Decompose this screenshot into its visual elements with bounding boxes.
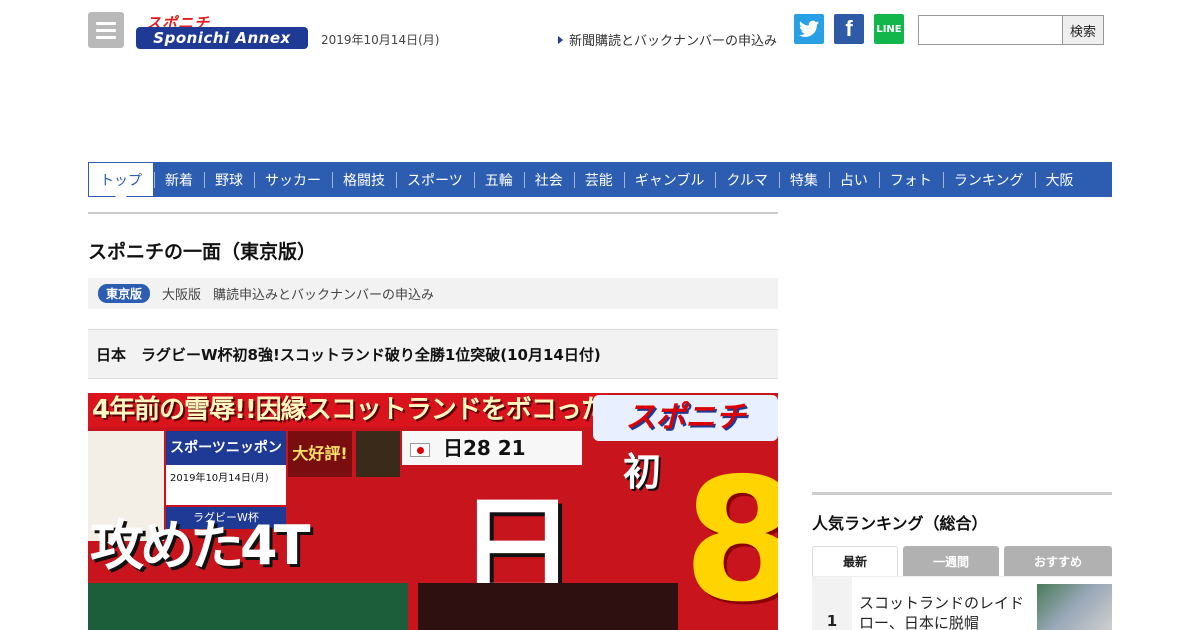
site-logo[interactable]: スポニチ Sponichi Annex bbox=[136, 12, 308, 50]
ranking-item[interactable]: 1 スコットランドのレイドロー、日本に脱帽 bbox=[812, 576, 1112, 630]
nav-item-cars[interactable]: クルマ bbox=[715, 162, 779, 197]
nav-item-ranking[interactable]: ランキング bbox=[942, 162, 1035, 197]
front-page-brand: スポニチ bbox=[593, 395, 778, 441]
subscription-link[interactable]: 購読申込みとバックナンバーの申込み bbox=[213, 284, 434, 303]
tab-latest[interactable]: 最新 bbox=[812, 546, 898, 576]
tab-week[interactable]: 一週間 bbox=[903, 546, 999, 576]
triangle-icon bbox=[558, 35, 563, 44]
front-page-hatsu: 初 bbox=[623, 450, 662, 494]
tab-recommended[interactable]: おすすめ bbox=[1004, 546, 1112, 576]
search-button[interactable]: 検索 bbox=[1062, 15, 1104, 45]
nav-item-baseball[interactable]: 野球 bbox=[204, 162, 254, 197]
edition-osaka-link[interactable]: 大阪版 bbox=[162, 284, 201, 303]
logo-main-text: Sponichi Annex bbox=[136, 27, 308, 49]
front-page-ad-image bbox=[356, 431, 400, 477]
edition-bar: 東京版 大阪版 購読申込みとバックナンバーの申込み bbox=[88, 278, 778, 309]
nav-item-fighting[interactable]: 格闘技 bbox=[332, 162, 396, 197]
divider bbox=[88, 212, 778, 214]
front-page-masthead: スポーツニッポン bbox=[166, 431, 286, 465]
nav-item-top[interactable]: トップ bbox=[88, 162, 154, 202]
front-page-photo-right bbox=[418, 583, 678, 630]
subscribe-link[interactable]: 新聞購読とバックナンバーの申込み bbox=[558, 30, 777, 49]
nav-item-features[interactable]: 特集 bbox=[778, 162, 829, 197]
front-page-eight: 8 bbox=[683, 442, 778, 630]
menu-bar bbox=[96, 21, 116, 25]
front-page-headline: 日本 ラグビーW杯初8強!スコットランド破り全勝1位突破(10月14日付) bbox=[88, 329, 778, 379]
facebook-icon: f bbox=[845, 16, 853, 41]
twitter-icon bbox=[799, 20, 819, 37]
current-date: 2019年10月14日(月) bbox=[321, 33, 440, 47]
nav-item-fortune[interactable]: 占い bbox=[828, 162, 879, 197]
ranking-number: 1 bbox=[812, 577, 852, 630]
japan-flag-icon bbox=[410, 442, 430, 457]
nav-item-gamble[interactable]: ギャンブル bbox=[623, 162, 716, 197]
nav-item-entertainment[interactable]: 芸能 bbox=[573, 162, 624, 197]
subscribe-link-label: 新聞購読とバックナンバーの申込み bbox=[569, 34, 778, 49]
nav-item-soccer[interactable]: サッカー bbox=[254, 162, 332, 197]
front-page-ad: 大好評! bbox=[288, 431, 352, 477]
nav-item-new[interactable]: 新着 bbox=[154, 162, 204, 197]
page-title: スポニチの一面（東京版） bbox=[88, 241, 317, 263]
nav-item-olympics[interactable]: 五輪 bbox=[473, 162, 524, 197]
nav-item-society[interactable]: 社会 bbox=[523, 162, 574, 197]
front-page-image[interactable]: 4年前の雪辱!!因縁スコットランドをボコった スポニチ スポーツニッポン 201… bbox=[88, 393, 778, 630]
twitter-button[interactable] bbox=[794, 14, 824, 44]
ranking-tabs: 最新 一週間 おすすめ bbox=[812, 546, 1112, 576]
front-page-big-left: 攻めた4T bbox=[90, 514, 310, 577]
main-nav: トップ 新着 野球 サッカー 格闘技 スポーツ 五輪 社会 芸能 ギャンブル ク… bbox=[88, 162, 1112, 202]
nav-item-osaka[interactable]: 大阪 bbox=[1034, 162, 1085, 197]
facebook-button[interactable]: f bbox=[834, 14, 864, 44]
front-page-photo-left bbox=[88, 583, 408, 630]
ranking-text: スコットランドのレイドロー、日本に脱帽 bbox=[859, 594, 1025, 630]
nav-item-sports[interactable]: スポーツ bbox=[396, 162, 474, 197]
front-page-score-text: 日28 21 bbox=[442, 436, 526, 460]
ranking-thumbnail bbox=[1037, 584, 1112, 630]
front-page-banner: 4年前の雪辱!!因縁スコットランドをボコった bbox=[88, 393, 608, 427]
line-icon: LINE bbox=[876, 23, 902, 35]
edition-tokyo-badge[interactable]: 東京版 bbox=[98, 284, 151, 303]
menu-bar bbox=[96, 28, 116, 32]
sidebar-divider bbox=[812, 492, 1112, 495]
front-page-score: 日28 21 bbox=[402, 431, 582, 465]
menu-bar bbox=[96, 35, 116, 39]
search-input[interactable] bbox=[918, 15, 1063, 45]
nav-item-photo[interactable]: フォト bbox=[878, 162, 943, 197]
ranking-title: 人気ランキング（総合） bbox=[812, 514, 988, 533]
line-button[interactable]: LINE bbox=[874, 14, 904, 44]
menu-button[interactable] bbox=[88, 12, 124, 48]
front-page-date: 2019年10月14日(月) bbox=[166, 465, 286, 505]
